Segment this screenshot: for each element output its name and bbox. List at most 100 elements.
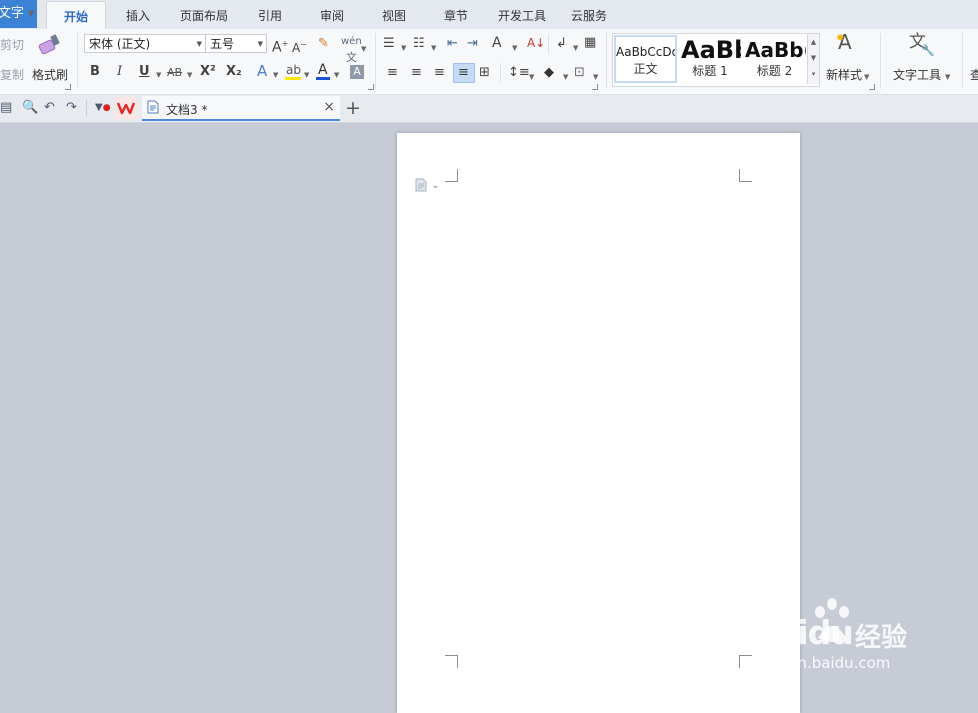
pinyin-guide-icon[interactable]: wén 文 bbox=[341, 34, 362, 67]
chevron-down-icon[interactable]: ▼ bbox=[512, 40, 517, 56]
document-tab[interactable]: 文档3 * × bbox=[142, 96, 340, 121]
grow-font-icon[interactable]: A+ bbox=[272, 36, 288, 56]
margin-corner-bottom-left bbox=[445, 655, 458, 668]
cut-button[interactable]: 剪切 bbox=[0, 36, 24, 53]
distributed-align-icon[interactable]: ⊞ bbox=[479, 65, 490, 81]
paw-logo-icon bbox=[815, 598, 849, 642]
chevron-down-icon[interactable]: ▼ bbox=[945, 69, 950, 85]
undo-icon[interactable]: ↶ bbox=[44, 100, 55, 116]
font-color-letter: A bbox=[318, 62, 328, 78]
tab-home[interactable]: 开始 bbox=[46, 1, 106, 30]
chevron-down-icon[interactable]: ▼ bbox=[304, 67, 309, 83]
chevron-down-icon[interactable]: ▼ bbox=[563, 69, 568, 85]
app-menu-button[interactable]: 文字 ▼ bbox=[0, 0, 37, 28]
chevron-down-icon[interactable]: ▼ bbox=[864, 69, 869, 85]
new-style-button[interactable]: 新样式 bbox=[826, 66, 862, 83]
tab-cloud[interactable]: 云服务 bbox=[566, 0, 612, 29]
increase-indent-icon[interactable]: ⇥ bbox=[467, 36, 478, 52]
font-family-select[interactable]: 宋体 (正文) ▼ bbox=[84, 34, 206, 53]
format-painter-icon[interactable] bbox=[38, 33, 64, 57]
copy-button[interactable]: 复制 bbox=[0, 66, 24, 83]
print-icon[interactable]: ▤ bbox=[0, 100, 12, 116]
paragraph-shading-icon[interactable]: ◆ bbox=[544, 65, 554, 81]
tab-section[interactable]: 章节 bbox=[436, 0, 476, 29]
align-left-icon[interactable]: ≡ bbox=[387, 65, 398, 81]
wrench-icon: 🔧 bbox=[921, 44, 935, 57]
sort-icon[interactable]: A↓ bbox=[527, 35, 545, 51]
chevron-down-icon[interactable]: ▼ bbox=[808, 50, 819, 66]
chevron-down-icon[interactable]: ▼ bbox=[273, 67, 278, 83]
subscript-button[interactable]: X₂ bbox=[226, 64, 242, 80]
chevron-down-icon[interactable]: ▼ bbox=[431, 40, 436, 56]
chevron-down-icon[interactable]: ▼ bbox=[156, 67, 161, 83]
decrease-indent-icon[interactable]: ⇤ bbox=[447, 36, 458, 52]
tab-developer[interactable]: 开发工具 bbox=[492, 0, 552, 29]
text-tools-button[interactable]: 文字工具 bbox=[893, 66, 941, 83]
chevron-down-icon[interactable]: ▼ bbox=[334, 67, 339, 83]
wps-logo-icon[interactable] bbox=[115, 97, 137, 119]
italic-button[interactable]: I bbox=[117, 64, 122, 80]
change-case-icon[interactable]: A bbox=[492, 35, 502, 51]
bullet-list-icon[interactable]: ☰ bbox=[383, 36, 395, 52]
tab-view[interactable]: 视图 bbox=[374, 0, 414, 29]
show-marks-icon[interactable]: ↲ bbox=[556, 36, 567, 52]
shrink-font-icon[interactable]: A− bbox=[292, 37, 307, 56]
print-preview-icon[interactable]: 🔍 bbox=[22, 100, 38, 116]
add-tab-icon[interactable]: + bbox=[345, 96, 361, 120]
clear-format-icon[interactable]: ✎ bbox=[318, 36, 329, 52]
customize-toolbar-icon[interactable]: ▼● bbox=[95, 100, 111, 116]
expand-gallery-icon[interactable]: ▾ bbox=[808, 66, 819, 82]
style-heading-1-preview: AaBb bbox=[681, 36, 741, 64]
align-center-icon[interactable]: ≡ bbox=[411, 65, 422, 81]
ribbon: 剪切 复制 格式刷 宋体 (正文) ▼ 五号 ▼ A+ A− ✎ wén 文 ▼ … bbox=[0, 29, 978, 95]
underline-button[interactable]: U bbox=[139, 64, 150, 80]
format-painter-button[interactable]: 格式刷 bbox=[32, 66, 68, 83]
document-page[interactable] bbox=[397, 133, 800, 713]
clipboard-launcher-icon[interactable] bbox=[65, 84, 71, 90]
chevron-down-icon[interactable]: ▼ bbox=[401, 40, 406, 56]
close-icon[interactable]: × bbox=[323, 99, 335, 115]
font-size-select[interactable]: 五号 ▼ bbox=[205, 34, 267, 53]
line-spacing-icon[interactable]: ↕≡ bbox=[508, 65, 530, 81]
styles-launcher-icon[interactable] bbox=[869, 84, 875, 90]
character-shading-icon[interactable]: A bbox=[350, 65, 364, 79]
tab-review[interactable]: 审阅 bbox=[312, 0, 352, 29]
style-gallery-scroll[interactable]: ▲ ▼ ▾ bbox=[807, 34, 819, 84]
text-effect-icon[interactable]: A bbox=[257, 63, 267, 79]
chevron-down-icon[interactable]: ▼ bbox=[361, 41, 366, 57]
chevron-down-icon: ▼ bbox=[196, 40, 202, 48]
highlighter-icon: ab bbox=[286, 63, 301, 77]
group-divider bbox=[77, 33, 78, 89]
superscript-button[interactable]: X² bbox=[200, 64, 216, 80]
chevron-down-icon: ▼ bbox=[257, 40, 263, 48]
font-color-button[interactable]: A bbox=[316, 62, 330, 80]
font-color-swatch bbox=[316, 77, 330, 80]
chevron-down-icon[interactable]: ▼ bbox=[573, 40, 578, 56]
chevron-down-icon[interactable]: ▼ bbox=[529, 69, 534, 85]
tab-references[interactable]: 引用 bbox=[250, 0, 290, 29]
align-right-icon[interactable]: ≡ bbox=[434, 65, 445, 81]
app-menu-label: 文字 bbox=[0, 6, 25, 21]
document-nav-button[interactable] bbox=[415, 178, 441, 195]
chevron-up-icon[interactable]: ▲ bbox=[808, 34, 819, 50]
style-heading-2[interactable]: AaBb( 标题 2 bbox=[743, 35, 806, 83]
highlight-color-button[interactable]: ab bbox=[285, 63, 301, 81]
style-normal[interactable]: AaBbCcDd 正文 bbox=[614, 35, 677, 83]
tab-insert[interactable]: 插入 bbox=[118, 0, 158, 29]
borders-icon[interactable]: ⊡ bbox=[574, 65, 585, 81]
bold-button[interactable]: B bbox=[90, 64, 100, 80]
chevron-down-icon[interactable]: ▼ bbox=[187, 67, 192, 83]
font-launcher-icon[interactable] bbox=[368, 84, 374, 90]
style-normal-name: 正文 bbox=[633, 62, 658, 76]
find-button-partial[interactable]: 查 bbox=[970, 66, 978, 83]
redo-icon[interactable]: ↷ bbox=[66, 100, 77, 116]
margin-corner-top-right bbox=[739, 169, 752, 182]
font-size-value: 五号 bbox=[210, 37, 235, 51]
numbered-list-icon[interactable]: ☷ bbox=[413, 36, 425, 52]
strikethrough-button[interactable]: AB bbox=[167, 65, 182, 81]
table-grid-icon[interactable]: ▦ bbox=[584, 35, 596, 51]
chevron-down-icon[interactable]: ▼ bbox=[593, 69, 598, 85]
paragraph-launcher-icon[interactable] bbox=[592, 84, 598, 90]
style-heading-1[interactable]: AaBb 标题 1 bbox=[679, 35, 741, 83]
tab-page-layout[interactable]: 页面布局 bbox=[174, 0, 234, 29]
